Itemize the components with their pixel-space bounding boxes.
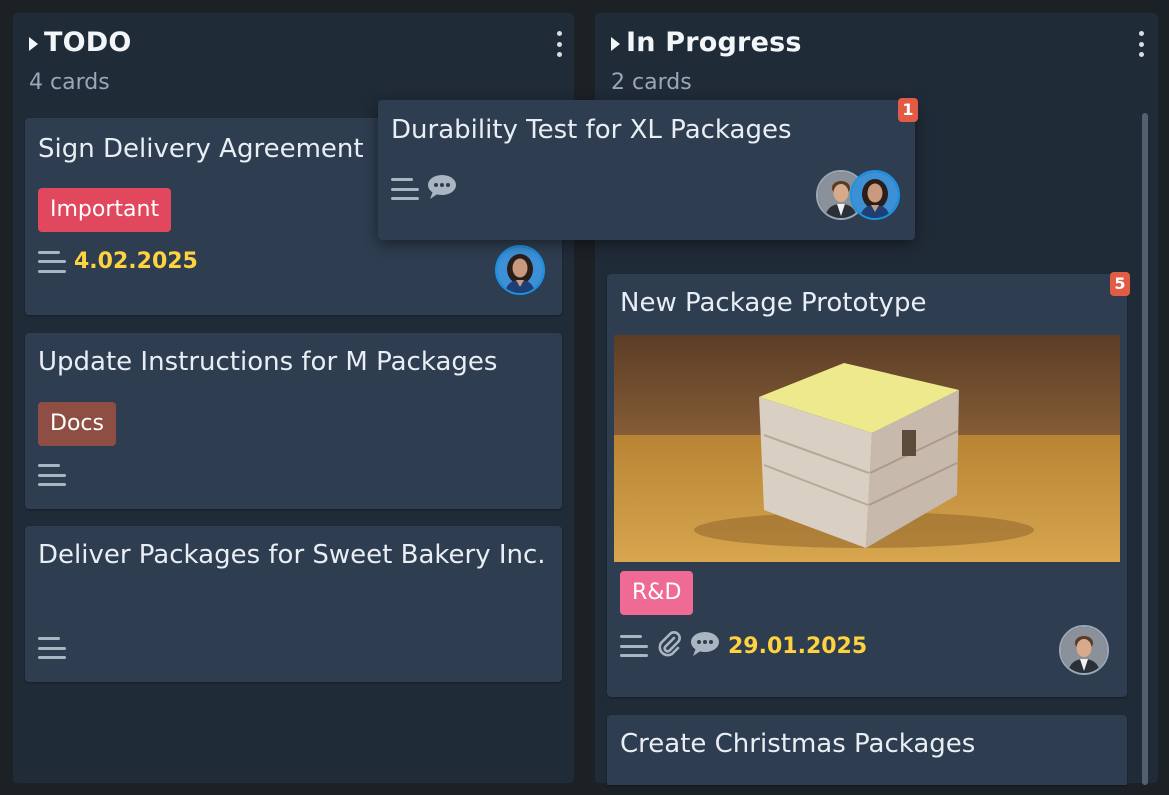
due-date: 4.02.2025 <box>74 249 198 274</box>
comment-icon <box>690 631 720 661</box>
due-date: 29.01.2025 <box>728 633 868 659</box>
avatar[interactable] <box>1059 625 1109 675</box>
triangle-right-icon[interactable] <box>29 36 38 51</box>
column-title-text: In Progress <box>626 27 802 58</box>
card-meta <box>38 464 66 486</box>
column-title-text: TODO <box>44 27 132 58</box>
more-vertical-icon[interactable] <box>556 31 562 57</box>
description-lines-icon <box>38 464 66 486</box>
column-card-count: 2 cards <box>611 70 692 95</box>
card[interactable]: Update Instructions for M Packages Docs <box>25 333 562 509</box>
card-cover-image[interactable] <box>614 335 1120 562</box>
description-lines-icon <box>620 635 648 657</box>
card-title: Create Christmas Packages <box>620 729 976 759</box>
card-title: Durability Test for XL Packages <box>391 115 792 145</box>
column-title[interactable]: In Progress <box>611 27 1158 58</box>
column-header: TODO 4 cards <box>29 27 574 95</box>
avatar[interactable] <box>495 245 545 295</box>
triangle-right-icon[interactable] <box>611 36 620 51</box>
card-meta <box>38 637 66 659</box>
card[interactable]: 5 New Package Prototype R&D 29.01.2025 <box>607 272 1130 697</box>
card[interactable]: Deliver Packages for Sweet Bakery Inc. <box>25 526 562 682</box>
card-meta: 29.01.2025 <box>620 630 867 662</box>
dragging-card[interactable]: 1 Durability Test for XL Packages <box>378 98 918 240</box>
card-title: Deliver Packages for Sweet Bakery Inc. <box>38 540 546 570</box>
paperclip-icon <box>656 630 682 662</box>
card-title: Update Instructions for M Packages <box>38 347 498 377</box>
card[interactable]: Create Christmas Packages <box>607 715 1127 785</box>
description-lines-icon <box>38 637 66 659</box>
description-lines-icon <box>38 250 66 273</box>
description-lines-icon <box>391 178 419 200</box>
label-important[interactable]: Important <box>38 188 172 232</box>
card-title: New Package Prototype <box>620 288 927 318</box>
card-meta <box>391 174 457 204</box>
column-header: In Progress 2 cards <box>611 27 1158 95</box>
column-card-count: 4 cards <box>29 70 110 95</box>
card-meta: 4.02.2025 <box>38 249 198 274</box>
label-rd[interactable]: R&D <box>620 571 694 615</box>
avatar[interactable] <box>850 170 900 220</box>
column-title[interactable]: TODO <box>29 27 574 58</box>
comment-icon <box>427 174 457 204</box>
column-scrollbar[interactable] <box>1142 113 1148 785</box>
label-docs[interactable]: Docs <box>38 402 116 446</box>
more-vertical-icon[interactable] <box>1138 31 1144 57</box>
